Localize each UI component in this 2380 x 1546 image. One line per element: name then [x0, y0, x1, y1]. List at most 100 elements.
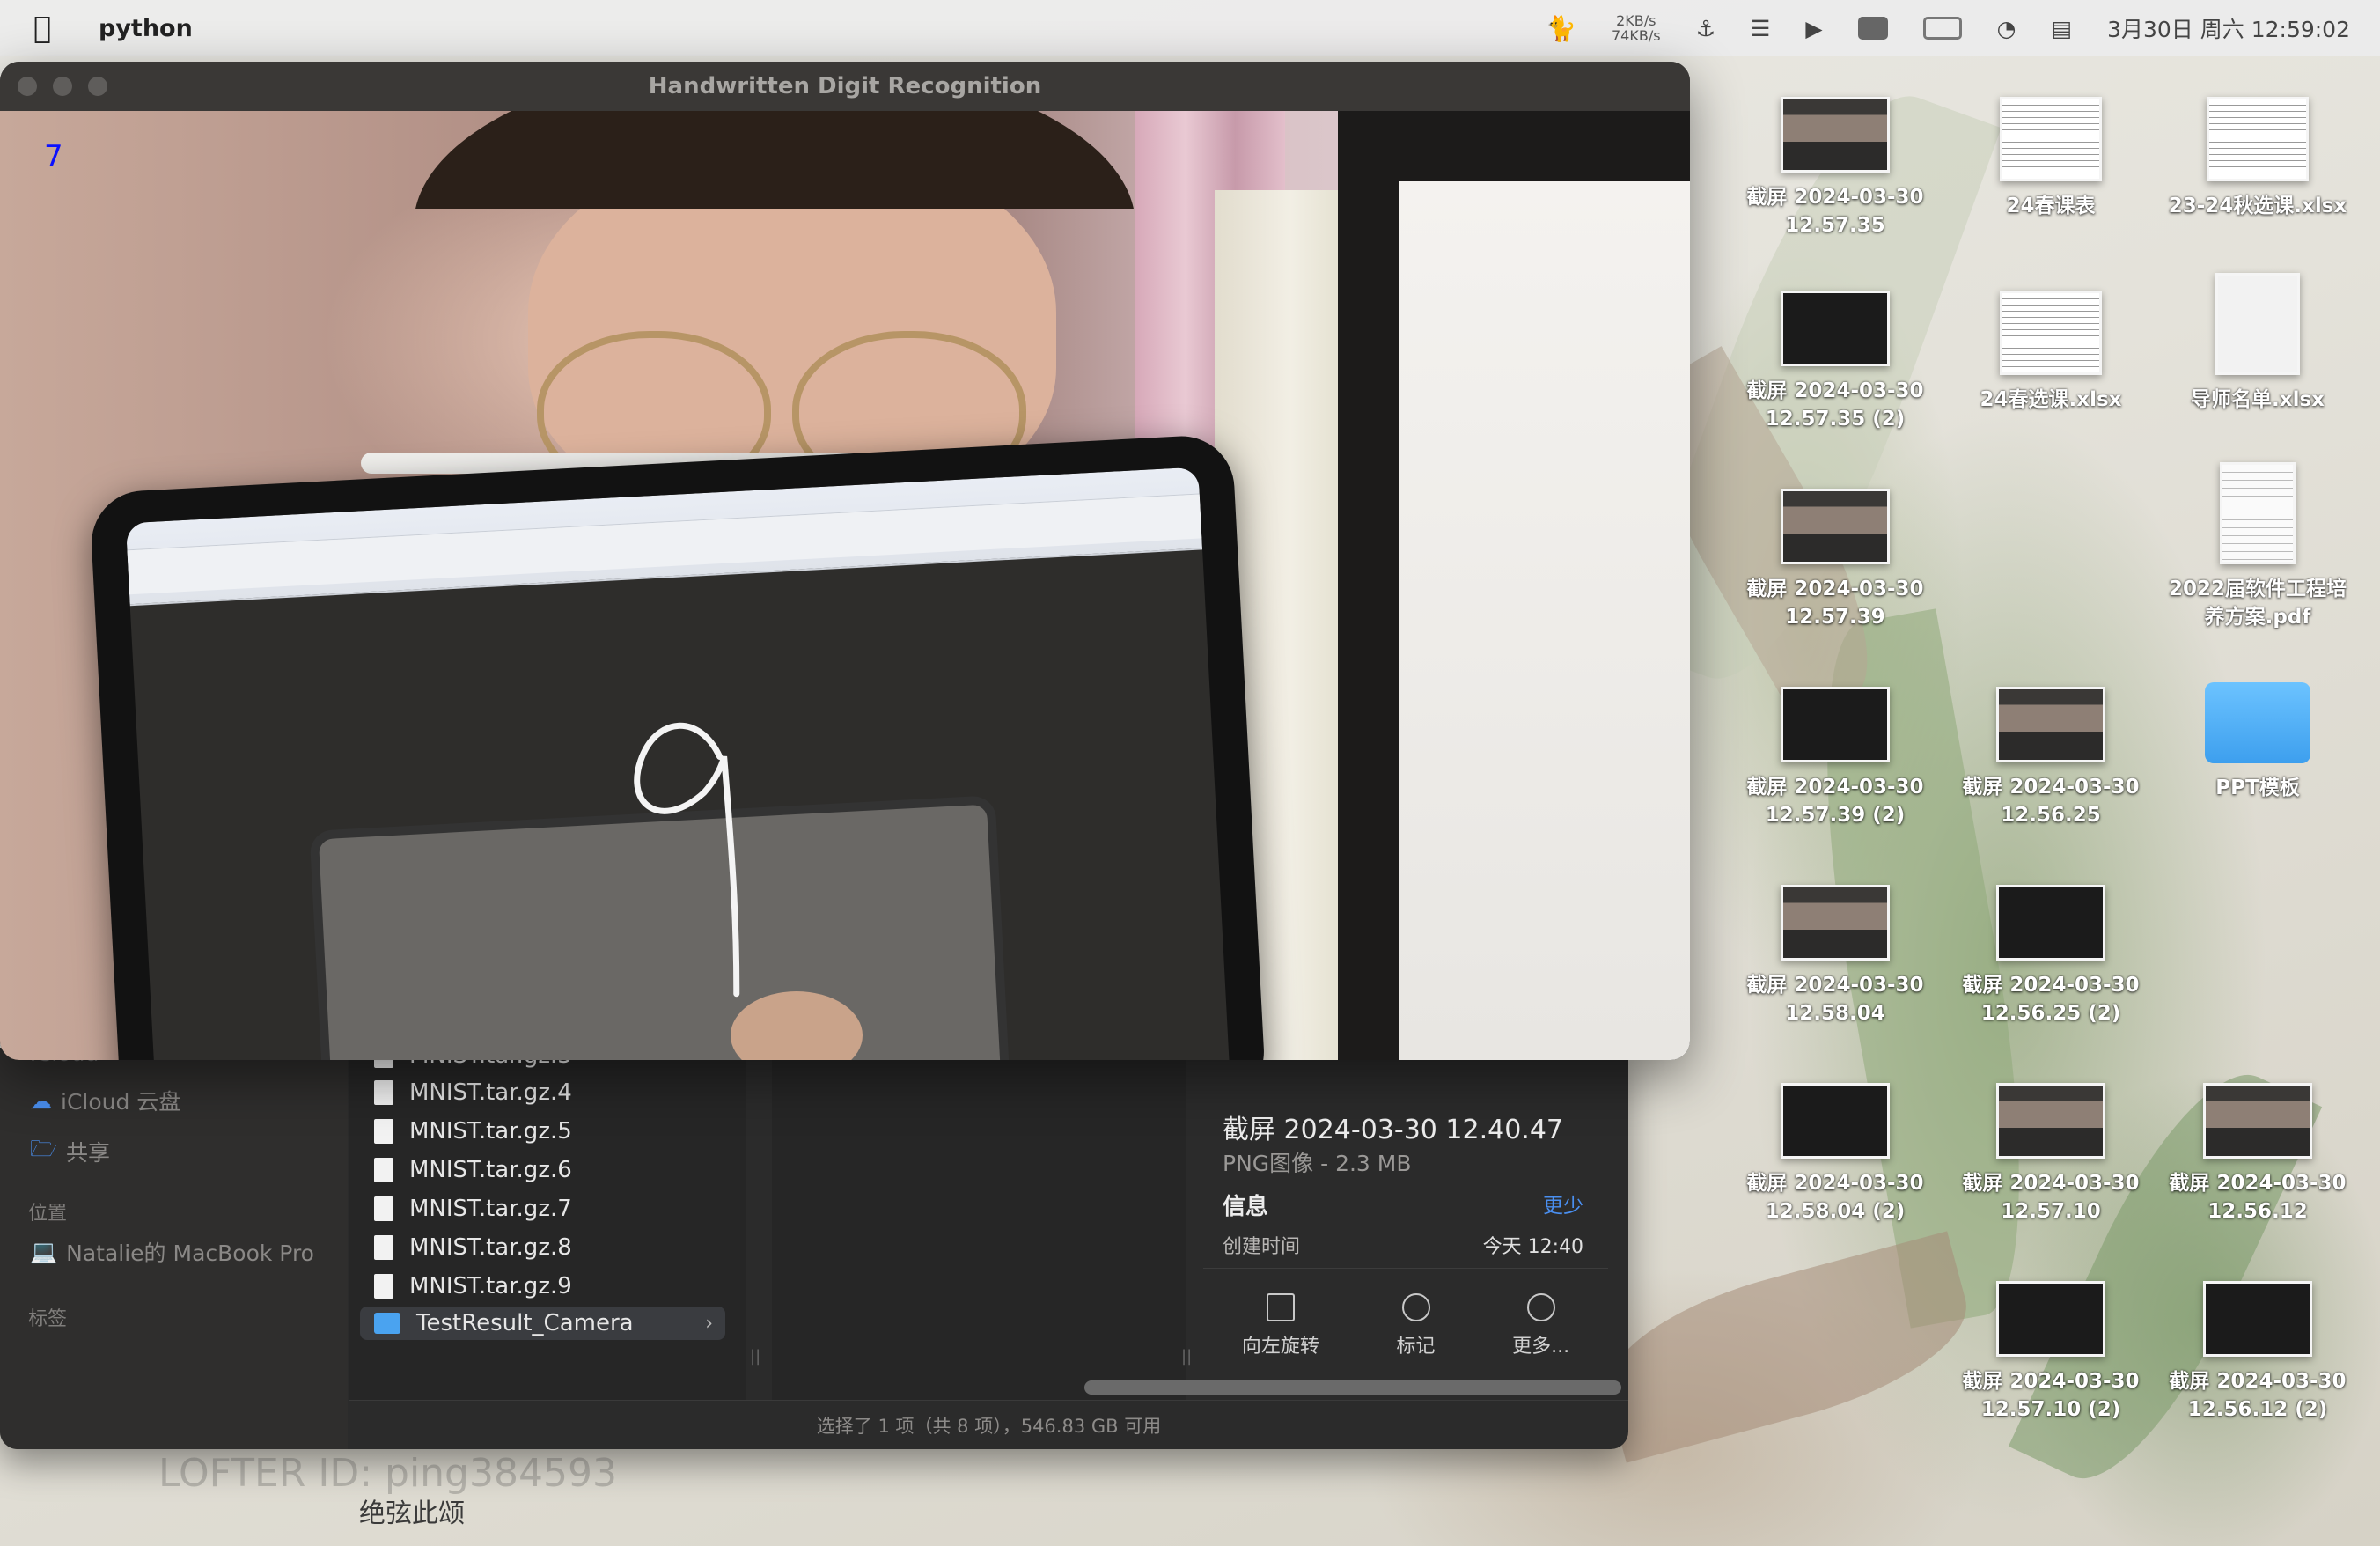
status-bar: 选择了 1 项（共 8 项），546.83 GB 可用	[349, 1400, 1628, 1449]
sidebar-header-tags: 标签	[28, 1308, 68, 1330]
action-label: 标记	[1396, 1336, 1436, 1358]
desktop-icon[interactable]: 截屏 2024-03-30 12.56.12	[2156, 1083, 2359, 1226]
sidebar-item-icloud-drive[interactable]: ☁ iCloud 云盘	[30, 1085, 180, 1116]
desktop-icon[interactable]: 截屏 2024-03-30 12.57.39	[1734, 489, 1936, 631]
empty-column: ||	[772, 1048, 1192, 1400]
cloud-icon: ☁	[30, 1087, 52, 1114]
file-item[interactable]: MNIST.tar.gz.7	[374, 1192, 572, 1226]
cat-icon[interactable]: 🐈	[1546, 14, 1576, 43]
camera-feed	[0, 111, 1690, 1060]
rotate-left-button[interactable]: 向左旋转	[1242, 1269, 1319, 1374]
screenshot-thumbnail-icon	[1996, 885, 2105, 961]
folder-icon	[374, 1313, 400, 1334]
markup-button[interactable]: 标记	[1397, 1269, 1436, 1374]
preview-title: 截屏 2024-03-30 12.40.47	[1223, 1115, 1564, 1145]
file-name: MNIST.tar.gz.4	[409, 1079, 572, 1106]
window-titlebar[interactable]: Handwritten Digit Recognition	[0, 62, 1690, 112]
network-speed[interactable]: 2KB/s 74KB/s	[1612, 13, 1661, 43]
desktop-icon-label: 截屏 2024-03-30 12.57.10	[1962, 1172, 2140, 1223]
menu-bar:  python 🐈 2KB/s 74KB/s ⚓ ☰ ▶ ◔ ▤ 3月30日 …	[0, 0, 2380, 56]
desktop-icon[interactable]: 23-24秋选课.xlsx	[2156, 97, 2359, 220]
screenshot-thumbnail-icon	[1781, 489, 1890, 564]
preview-pane: 截屏 2024-03-30 12.40.47 PNG图像 - 2.3 MB 信息…	[1203, 1048, 1608, 1400]
desktop-icon[interactable]: 截屏 2024-03-30 12.57.10	[1950, 1083, 2152, 1226]
show-less-link[interactable]: 更少	[1543, 1189, 1583, 1218]
document-icon	[374, 1119, 393, 1144]
file-item[interactable]: MNIST.tar.gz.9	[374, 1270, 572, 1303]
column-resize-handle[interactable]: ||	[1181, 1347, 1192, 1366]
file-item[interactable]: MNIST.tar.gz.5	[374, 1115, 572, 1148]
file-name: MNIST.tar.gz.6	[409, 1157, 572, 1183]
apple-menu-icon[interactable]: 	[33, 13, 62, 43]
rotate-left-icon	[1266, 1293, 1295, 1321]
desktop-icon[interactable]: 截屏 2024-03-30 12.56.25 (2)	[1950, 885, 2152, 1027]
screenshot-thumbnail-icon	[1781, 1083, 1890, 1159]
file-name: MNIST.tar.gz.9	[409, 1273, 572, 1299]
desktop-icon-label: 截屏 2024-03-30 12.57.39	[1746, 578, 1924, 629]
desktop-icon-label: 截屏 2024-03-30 12.57.35 (2)	[1746, 379, 1924, 431]
desktop-icon-label: 截屏 2024-03-30 12.57.10 (2)	[1962, 1370, 2140, 1421]
active-app-name[interactable]: python	[99, 15, 193, 42]
file-name: MNIST.tar.gz.5	[409, 1118, 572, 1145]
screenshot-thumbnail-icon	[2203, 1281, 2312, 1357]
desktop-icon-label: 导师名单.xlsx	[2191, 388, 2325, 411]
desktop-icon-label: 截屏 2024-03-30 12.56.12	[2169, 1172, 2347, 1223]
more-button[interactable]: 更多...	[1512, 1269, 1569, 1374]
desktop-icon[interactable]: 截屏 2024-03-30 12.58.04	[1734, 885, 1936, 1027]
desktop-icon[interactable]: 截屏 2024-03-30 12.57.39 (2)	[1734, 687, 1936, 829]
document-icon	[374, 1158, 393, 1182]
desktop-icon-label: 截屏 2024-03-30 12.57.39 (2)	[1746, 776, 1924, 827]
desktop-icon[interactable]: 截屏 2024-03-30 12.56.12 (2)	[2156, 1281, 2359, 1424]
list-icon[interactable]: ☰	[1751, 16, 1770, 41]
document-icon	[374, 1080, 393, 1105]
battery-icon[interactable]	[1922, 17, 1962, 40]
action-label: 向左旋转	[1241, 1336, 1319, 1358]
file-name: MNIST.tar.gz.7	[409, 1196, 572, 1222]
wifi-icon[interactable]: ◔	[1997, 16, 2016, 41]
desktop-icon[interactable]: 2022届软件工程培 养方案.pdf	[2156, 462, 2359, 631]
prediction-label: 7	[44, 139, 63, 174]
desktop-icon[interactable]: 截屏 2024-03-30 12.57.35 (2)	[1734, 291, 1936, 433]
document-icon	[374, 1274, 393, 1299]
finder-sidebar: iCloud ☁ iCloud 云盘 🗁 共享 位置 💻 Natalie的 Ma…	[0, 1048, 348, 1449]
sidebar-item-shared[interactable]: 🗁 共享	[30, 1132, 110, 1170]
sidebar-item-macbook[interactable]: 💻 Natalie的 MacBook Pro	[30, 1236, 314, 1268]
play-icon[interactable]: ▶	[1805, 16, 1822, 41]
file-item[interactable]: MNIST.tar.gz.8	[374, 1231, 572, 1264]
desktop-icon-label: 截屏 2024-03-30 12.57.35	[1746, 186, 1924, 237]
desktop-icon[interactable]: 24春课表	[1950, 97, 2152, 220]
desktop-icon[interactable]: 导师名单.xlsx	[2156, 273, 2359, 414]
control-center-icon[interactable]: ▤	[2051, 16, 2072, 41]
desktop-icon[interactable]: 截屏 2024-03-30 12.57.10 (2)	[1950, 1281, 2152, 1424]
network-download: 74KB/s	[1612, 27, 1661, 44]
screenshot-thumbnail-icon	[2203, 1083, 2312, 1159]
file-item[interactable]: MNIST.tar.gz.4	[374, 1076, 572, 1109]
screenshot-thumbnail-icon	[1781, 885, 1890, 961]
input-method-icon[interactable]	[1857, 17, 1888, 40]
network-upload: 2KB/s	[1616, 12, 1656, 29]
desktop-icon[interactable]: 截屏 2024-03-30 12.56.25	[1950, 687, 2152, 829]
window-title: Handwritten Digit Recognition	[648, 73, 1042, 99]
spreadsheet-icon	[2215, 273, 2300, 375]
info-heading: 信息	[1223, 1194, 1269, 1220]
watermark: LOFTER ID: ping384593	[158, 1451, 617, 1496]
file-item[interactable]: MNIST.tar.gz.6	[374, 1153, 572, 1187]
desktop-icon-label: 截屏 2024-03-30 12.58.04 (2)	[1746, 1172, 1924, 1223]
desktop-icon[interactable]: 截屏 2024-03-30 12.58.04 (2)	[1734, 1083, 1936, 1226]
created-label: 创建时间	[1223, 1236, 1301, 1258]
screenshot-thumbnail-icon	[1996, 1281, 2105, 1357]
airpods-icon[interactable]: ⚓	[1696, 16, 1715, 41]
horizontal-scrollbar[interactable]	[1084, 1380, 1621, 1395]
finder-window: iCloud ☁ iCloud 云盘 🗁 共享 位置 💻 Natalie的 Ma…	[0, 1048, 1628, 1449]
clock[interactable]: 3月30日 周六 12:59:02	[2107, 12, 2350, 44]
column-resize-handle[interactable]: ||	[750, 1347, 760, 1366]
desktop-icon[interactable]: PPT模板	[2156, 682, 2359, 802]
signature: 绝弦此颂	[359, 1498, 465, 1529]
file-column: MNIST.tar.gz.3 MNIST.tar.gz.4 MNIST.tar.…	[349, 1048, 760, 1400]
desktop-icon[interactable]: 截屏 2024-03-30 12.57.35	[1734, 97, 1936, 239]
desktop-icon-label: PPT模板	[2215, 777, 2300, 799]
sidebar-item-label: iCloud 云盘	[61, 1089, 181, 1115]
screenshot-thumbnail-icon	[1781, 97, 1890, 173]
folder-item-selected[interactable]: TestResult_Camera ›	[360, 1307, 725, 1340]
desktop-icon[interactable]: 24春选课.xlsx	[1950, 291, 2152, 414]
